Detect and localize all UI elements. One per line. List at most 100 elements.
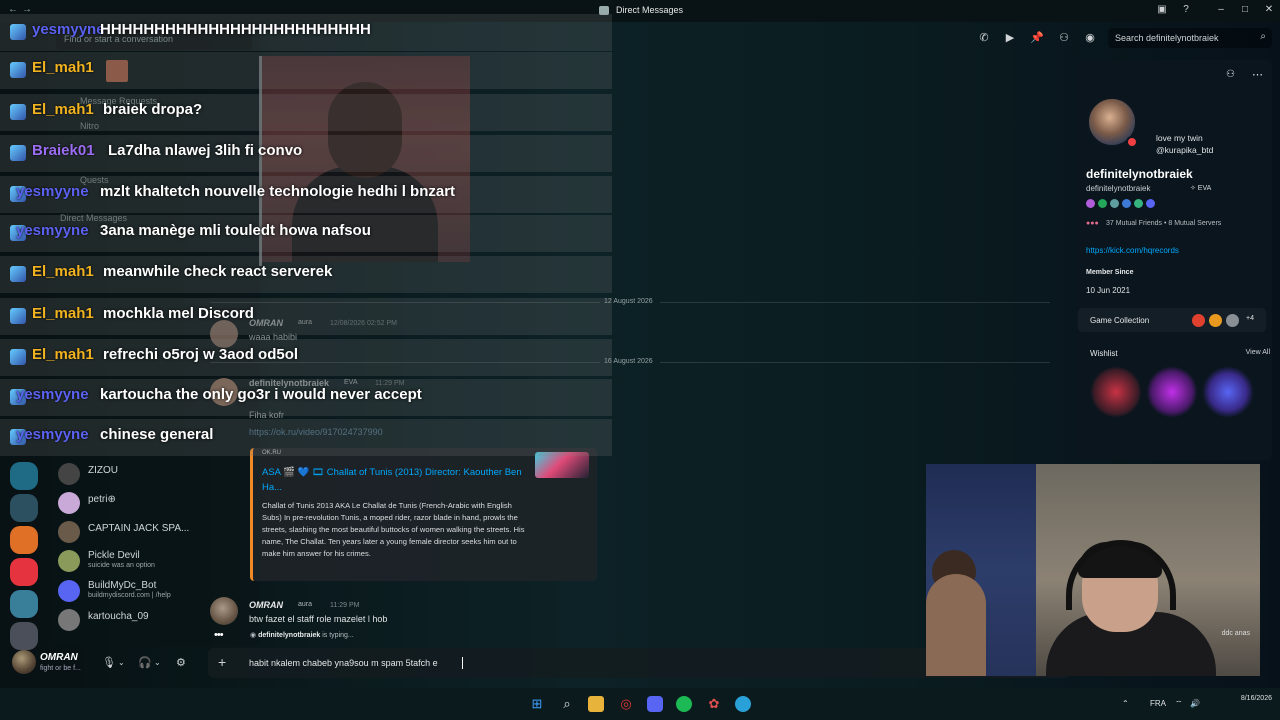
game-icon[interactable] — [1226, 314, 1239, 327]
server-icon[interactable] — [10, 494, 38, 522]
profile-username: definitelynotbraiek — [1086, 184, 1151, 193]
server-icon[interactable] — [10, 590, 38, 618]
dm-item[interactable]: CAPTAIN JACK SPA... — [56, 519, 256, 547]
profile-custom-status: love my twin @kurapika_btd — [1156, 133, 1214, 155]
server-icon[interactable] — [10, 526, 38, 554]
badge-icon[interactable] — [1146, 199, 1155, 208]
link-embed: OK.RU ASA 🎬 💙 🎞 Challat of Tunis (2013) … — [250, 448, 597, 581]
chevron-down-icon[interactable]: ⌄ — [118, 658, 125, 667]
dm-item[interactable]: ZIZOU — [56, 461, 256, 489]
chat-user: yesmyyne — [16, 426, 89, 443]
game-more-count: +4 — [1246, 315, 1254, 322]
more-icon[interactable]: ⋯ — [1252, 68, 1263, 81]
mutual-friends-servers[interactable]: 37 Mutual Friends • 8 Mutual Servers — [1106, 220, 1221, 227]
language-indicator[interactable]: FRA — [1150, 699, 1166, 708]
headphones-icon[interactable]: 🎧 — [138, 656, 152, 669]
chat-text: mochkla mel Discord — [103, 305, 254, 322]
chat-line: El_mah1 mochkla mel Discord — [0, 298, 612, 335]
dm-item[interactable]: petri⊕ — [56, 490, 256, 518]
message-input[interactable]: habit nkalem chabeb yna9sou m spam 5tafc… — [249, 658, 438, 668]
user-profile-icon[interactable]: ◉ — [1083, 31, 1097, 45]
close-icon[interactable]: ✕ — [1262, 4, 1276, 15]
avatar — [58, 463, 80, 485]
server-icon[interactable] — [10, 462, 38, 490]
badge-icon[interactable] — [1098, 199, 1107, 208]
clock[interactable]: 8/16/2026 — [1241, 694, 1272, 704]
browser-icon[interactable] — [735, 696, 751, 712]
pin-icon[interactable]: 📌 — [1030, 31, 1044, 45]
server-icon[interactable] — [10, 558, 38, 586]
file-explorer-icon[interactable] — [588, 696, 604, 712]
chat-line: yesmyyne HHHHHHHHHHHHHHHHHHHHHHHHH — [0, 14, 612, 51]
dm-item[interactable]: Pickle Devil suicide was an option — [56, 548, 256, 576]
badge-icon[interactable] — [1134, 199, 1143, 208]
badge-icon[interactable] — [1122, 199, 1131, 208]
typing-suffix: is typing... — [320, 632, 354, 639]
windows-start-icon[interactable]: ⊞ — [529, 696, 545, 712]
chat-line: yesmyyne 3ana manège mli touledt howa na… — [0, 215, 612, 252]
embed-title[interactable]: ASA 🎬 💙 🎞 Challat of Tunis (2013) Direct… — [262, 465, 522, 495]
discord-icon[interactable] — [647, 696, 663, 712]
help-icon[interactable]: ? — [1179, 4, 1193, 15]
tray-chevron-icon[interactable]: ⌃ — [1122, 699, 1129, 708]
chat-line: yesmyyne mzlt khaltetch nouvelle technol… — [0, 176, 612, 213]
chat-text: kartoucha the only go3r i would never ac… — [100, 386, 422, 403]
wishlist-label: Wishlist — [1090, 349, 1118, 358]
wishlist-item[interactable] — [1090, 366, 1142, 418]
avatar[interactable] — [210, 597, 238, 625]
clock-date: 8/16/2026 — [1240, 695, 1272, 702]
view-all-link[interactable]: View All — [1246, 349, 1270, 356]
search-input[interactable]: Search definitelynotbraiek ⌕ — [1108, 28, 1272, 48]
dm-status: suicide was an option — [88, 562, 155, 569]
wishlist-item[interactable] — [1146, 366, 1198, 418]
spotify-icon[interactable] — [676, 696, 692, 712]
gear-icon[interactable]: ⚙ — [176, 656, 186, 669]
game-icon[interactable] — [1209, 314, 1222, 327]
member-since-value: 10 Jun 2021 — [1086, 286, 1131, 295]
video-call-icon[interactable]: ▶ — [1003, 31, 1017, 45]
phone-call-icon[interactable]: ✆ — [977, 31, 991, 45]
profile-display-name: definitelynotbraiek — [1086, 167, 1193, 181]
avatar — [58, 550, 80, 572]
chat-user: yesmyyne — [16, 386, 89, 403]
game-icon[interactable] — [1192, 314, 1205, 327]
chat-user: El_mah1 — [32, 305, 94, 322]
volume-icon[interactable]: 🔊 — [1190, 699, 1200, 708]
wishlist-item[interactable] — [1202, 366, 1254, 418]
app-icon[interactable]: ✿ — [706, 696, 722, 712]
maximize-icon[interactable]: □ — [1238, 4, 1252, 15]
typing-avatar-icon: ◉ — [250, 632, 257, 639]
chat-user: yesmyyne — [32, 21, 105, 38]
opera-icon[interactable]: ◎ — [618, 696, 634, 712]
dnd-status-icon — [1126, 136, 1138, 148]
embed-description: Challat of Tunis 2013 AKA Le Challat de … — [262, 501, 525, 558]
inbox-button-icon[interactable]: ▣ — [1155, 4, 1169, 15]
discord-window: ← → Direct Messages ▣ ? – □ ✕ Find or st… — [0, 0, 1280, 688]
add-attachment-icon[interactable]: + — [218, 654, 226, 670]
game-collection[interactable]: Game Collection +4 — [1078, 308, 1266, 332]
avatar — [58, 492, 80, 514]
network-icon[interactable]: ⌔ — [1175, 699, 1183, 709]
search-icon[interactable]: ⌕ — [559, 696, 575, 712]
chat-user: Braiek01 — [32, 142, 95, 159]
chat-text: chinese general — [100, 426, 214, 443]
date-divider — [660, 362, 1050, 363]
chevron-down-icon[interactable]: ⌄ — [154, 658, 161, 667]
chat-text: braiek dropa? — [103, 101, 203, 118]
badge-icon[interactable] — [1086, 199, 1095, 208]
chat-line: yesmyyne kartoucha the only go3r i would… — [0, 379, 612, 416]
webcam-watermark: ddc anas — [1221, 630, 1250, 637]
avatar[interactable] — [12, 650, 36, 674]
microphone-icon[interactable]: 🎙 — [102, 656, 116, 669]
message-author[interactable]: OMRAN — [249, 600, 283, 610]
badge-icon[interactable] — [1110, 199, 1119, 208]
add-friends-icon[interactable]: ⚇ — [1057, 31, 1071, 45]
profile-link[interactable]: https://kick.com/hqrecords — [1086, 246, 1179, 255]
user-name: OMRAN — [40, 652, 78, 663]
stream-chat-overlay: yesmyyne HHHHHHHHHHHHHHHHHHHHHHHHH El_ma… — [0, 14, 612, 456]
add-friend-icon[interactable]: ⚇ — [1226, 69, 1235, 80]
user-status: fight or be f... — [40, 665, 81, 672]
minimize-icon[interactable]: – — [1214, 4, 1228, 15]
chat-user: El_mah1 — [32, 263, 94, 280]
chat-badge-icon — [10, 145, 26, 161]
